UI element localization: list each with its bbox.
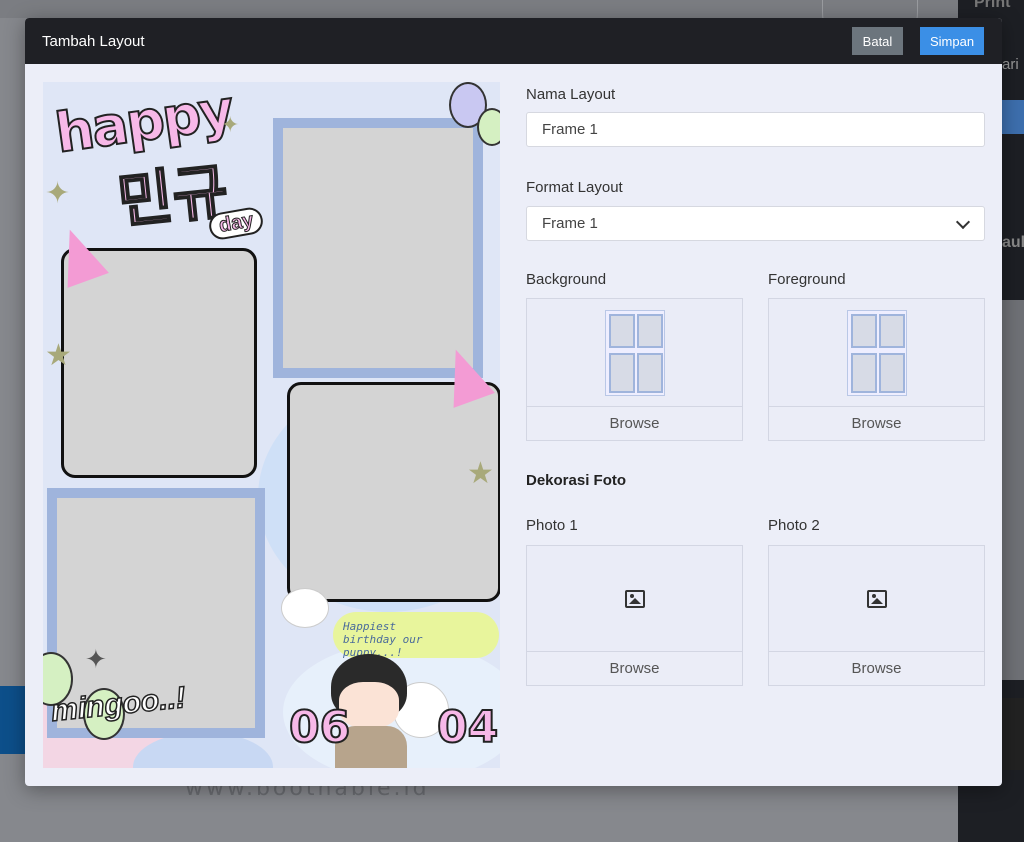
- photo-slot-4: [287, 382, 500, 602]
- photo-2-label: Photo 2: [768, 517, 820, 534]
- save-button[interactable]: Simpan: [920, 27, 984, 55]
- photo-2-upload: Browse: [768, 545, 985, 686]
- balloon-icon: [477, 108, 500, 146]
- date-month-text: 04: [436, 701, 499, 754]
- background-browse-button[interactable]: Browse: [526, 407, 743, 441]
- star-icon: ★: [45, 339, 72, 372]
- background-blue-bar: [0, 686, 26, 754]
- photo-slot-2: [273, 118, 483, 378]
- photo-2-drop-area[interactable]: [768, 545, 985, 652]
- cancel-button[interactable]: Batal: [852, 27, 903, 55]
- layout-format-value: Frame 1: [542, 215, 598, 232]
- photo-2-browse-button[interactable]: Browse: [768, 652, 985, 686]
- background-input-text: ari: [1002, 56, 1019, 73]
- add-layout-modal: Tambah Layout Batal Simpan happy 민규 day …: [25, 18, 1002, 786]
- background-gray-panel: [1002, 300, 1024, 680]
- star-icon: ✦: [45, 177, 71, 210]
- modal-title: Tambah Layout: [42, 32, 145, 50]
- star-icon: ★: [467, 457, 494, 490]
- photo-1-upload: Browse: [526, 545, 743, 686]
- foreground-thumbnail-area[interactable]: [768, 298, 985, 407]
- chevron-down-icon: [955, 214, 971, 230]
- background-upload: Browse: [526, 298, 743, 441]
- date-day-text: 06: [288, 701, 351, 754]
- background-default-text: ault: [1002, 234, 1024, 251]
- photo-1-label: Photo 1: [526, 517, 578, 534]
- background-thumbnail-area[interactable]: [526, 298, 743, 407]
- background-blue-panel: [1002, 100, 1024, 134]
- background-print-text: Print: [974, 0, 1011, 11]
- image-icon: [624, 589, 645, 608]
- modal-header: Tambah Layout Batal Simpan: [25, 18, 1002, 64]
- layout-format-label: Format Layout: [526, 179, 623, 196]
- photo-slot-1: [61, 248, 257, 478]
- layout-name-input[interactable]: Frame 1: [526, 112, 985, 147]
- dog-icon: [281, 588, 329, 628]
- background-dark-panel: [1002, 698, 1024, 770]
- photo-1-drop-area[interactable]: [526, 545, 743, 652]
- background-thumbnail: [604, 309, 665, 396]
- star-icon: ✦: [85, 644, 107, 674]
- background-label: Background: [526, 271, 607, 288]
- foreground-label: Foreground: [768, 271, 846, 288]
- layout-format-select[interactable]: Frame 1: [526, 206, 985, 241]
- photo-decoration-title: Dekorasi Foto: [526, 472, 627, 489]
- layout-name-label: Nama Layout: [526, 86, 616, 103]
- foreground-upload: Browse: [768, 298, 985, 441]
- image-icon: [866, 589, 887, 608]
- photo-placeholder: [283, 128, 473, 368]
- star-icon: ✦: [221, 112, 240, 137]
- foreground-browse-button[interactable]: Browse: [768, 407, 985, 441]
- foreground-thumbnail: [846, 309, 907, 396]
- layout-preview: happy 민규 day ✦ ✦ ★ ★ ✦ Happiest birthday…: [43, 82, 500, 768]
- photo-1-browse-button[interactable]: Browse: [526, 652, 743, 686]
